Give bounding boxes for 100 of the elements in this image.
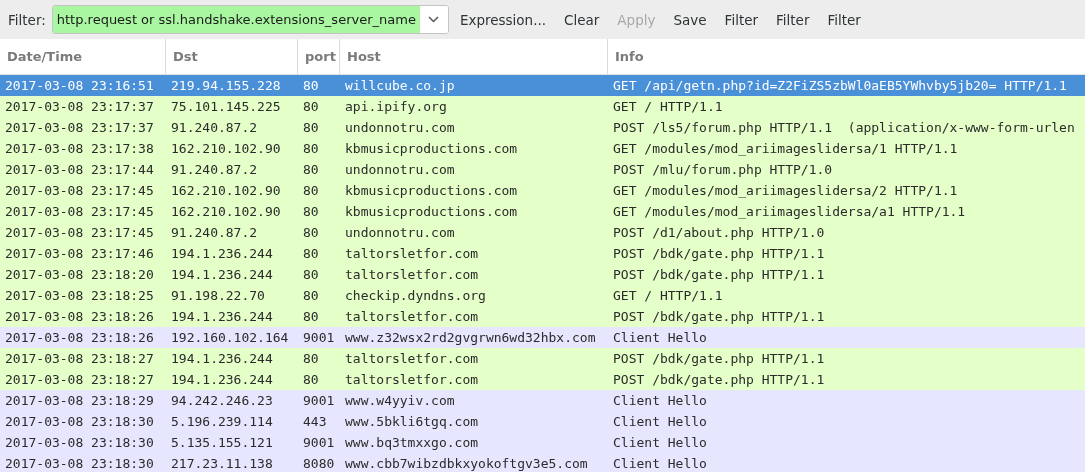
packet-row[interactable]: 2017-03-08 23:17:45 162.210.102.90 80 kbmusicproductions.com GET /modules/mod_ariimageslidersa/a1 HTTP/1.1: [0, 201, 1085, 222]
table-cell-text: checkip.dyndns.org: [344, 288, 487, 303]
table-cell-text: 2017-03-08 23:18:30: [4, 414, 155, 429]
packet-row[interactable]: 2017-03-08 23:17:46 194.1.236.244 80 taltorsletfor.com POST /bdk/gate.php HTTP/1.1: [0, 243, 1085, 264]
table-cell-text: Client Hello: [612, 414, 708, 429]
table-cell-text: POST /mlu/forum.php HTTP/1.0: [612, 162, 834, 177]
packet-row[interactable]: 2017-03-08 23:17:37 91.240.87.2 80 undonnotru.com POST /ls5/forum.php HTTP/1.1 (application/x-www-form-urlen: [0, 117, 1085, 138]
table-cell-text: 217.23.11.138: [170, 456, 274, 471]
table-cell-text: 9001: [302, 393, 336, 408]
table-cell-text: 162.210.102.90: [170, 183, 282, 198]
table-cell-text: 194.1.236.244: [170, 372, 274, 387]
table-cell-text: 80: [302, 309, 320, 324]
packet-row[interactable]: 2017-03-08 23:18:30 5.196.239.114 443 www.5bkli6tgq.com Client Hello: [0, 411, 1085, 432]
table-cell-text: 194.1.236.244: [170, 309, 274, 324]
packet-row[interactable]: 2017-03-08 23:18:26 194.1.236.244 80 taltorsletfor.com POST /bdk/gate.php HTTP/1.1: [0, 306, 1085, 327]
table-cell-text: 2017-03-08 23:17:44: [4, 162, 155, 177]
table-cell-text: 80: [302, 288, 320, 303]
table-cell-text: 5.196.239.114: [170, 414, 274, 429]
table-cell-text: 80: [302, 78, 320, 93]
table-cell-text: GET /api/getn.php?id=Z2FiZS5zbWl0aEB5YWhvby5jb20= HTTP/1.1: [612, 78, 1068, 93]
table-cell-text: 2017-03-08 23:17:37: [4, 120, 155, 135]
column-header[interactable]: Date/Time: [0, 39, 166, 74]
column-header[interactable]: Dst: [166, 39, 298, 74]
table-cell-text: POST /ls5/forum.php HTTP/1.1 (application/x-www-form-urlen: [612, 120, 1076, 135]
table-cell-text: 91.240.87.2: [170, 225, 259, 240]
packet-row[interactable]: 2017-03-08 23:18:27 194.1.236.244 80 taltorsletfor.com POST /bdk/gate.php HTTP/1.1: [0, 348, 1085, 369]
table-cell-text: GET /modules/mod_ariimageslidersa/1 HTTP/1.1: [612, 141, 959, 156]
table-cell-text: 91.198.22.70: [170, 288, 266, 303]
table-cell-text: Client Hello: [612, 435, 708, 450]
table-cell-text: 2017-03-08 23:18:25: [4, 288, 155, 303]
table-cell-text: undonnotru.com: [344, 225, 456, 240]
chevron-down-icon: [428, 16, 440, 23]
table-cell-text: kbmusicproductions.com: [344, 183, 519, 198]
table-cell-text: kbmusicproductions.com: [344, 141, 519, 156]
table-cell-text: willcube.co.jp: [344, 78, 456, 93]
table-cell-text: POST /bdk/gate.php HTTP/1.1: [612, 246, 826, 261]
table-cell-text: 80: [302, 351, 320, 366]
table-cell-text: api.ipify.org: [344, 99, 448, 114]
table-cell-text: 8080: [302, 456, 336, 471]
packet-row[interactable]: 2017-03-08 23:17:44 91.240.87.2 80 undonnotru.com POST /mlu/forum.php HTTP/1.0: [0, 159, 1085, 180]
table-cell-text: 2017-03-08 23:18:27: [4, 372, 155, 387]
table-cell-text: 192.160.102.164: [170, 330, 290, 345]
toolbar-button[interactable]: Filter: [769, 11, 817, 28]
table-cell-text: www.w4yyiv.com: [344, 393, 456, 408]
table-cell-text: 194.1.236.244: [170, 267, 274, 282]
packet-row[interactable]: 2017-03-08 23:17:45 162.210.102.90 80 kbmusicproductions.com GET /modules/mod_ariimageslidersa/2 HTTP/1.1: [0, 180, 1085, 201]
table-cell-text: 2017-03-08 23:17:37: [4, 99, 155, 114]
table-cell-text: kbmusicproductions.com: [344, 204, 519, 219]
table-cell-text: 94.242.246.23: [170, 393, 274, 408]
toolbar-button[interactable]: Save: [666, 11, 714, 28]
table-cell-text: GET / HTTP/1.1: [612, 288, 724, 303]
table-cell-text: taltorsletfor.com: [344, 309, 480, 324]
column-header[interactable]: Info: [608, 39, 1085, 74]
table-cell-text: undonnotru.com: [344, 120, 456, 135]
toolbar-button[interactable]: Expression...: [452, 11, 554, 28]
packet-row[interactable]: 2017-03-08 23:17:45 91.240.87.2 80 undonnotru.com POST /d1/about.php HTTP/1.0: [0, 222, 1085, 243]
packet-row[interactable]: 2017-03-08 23:18:27 194.1.236.244 80 taltorsletfor.com POST /bdk/gate.php HTTP/1.1: [0, 369, 1085, 390]
table-cell-text: taltorsletfor.com: [344, 246, 480, 261]
packet-row[interactable]: 2017-03-08 23:17:37 75.101.145.225 80 api.ipify.org GET / HTTP/1.1: [0, 96, 1085, 117]
toolbar-button[interactable]: Filter: [717, 11, 766, 28]
packet-row[interactable]: 2017-03-08 23:17:38 162.210.102.90 80 kbmusicproductions.com GET /modules/mod_ariimageslidersa/1 HTTP/1.1: [0, 138, 1085, 159]
table-cell-text: taltorsletfor.com: [344, 372, 480, 387]
table-cell-text: 91.240.87.2: [170, 120, 259, 135]
table-cell-text: 80: [302, 183, 320, 198]
table-cell-text: undonnotru.com: [344, 162, 456, 177]
packet-row[interactable]: 2017-03-08 23:18:30 217.23.11.138 8080 www.cbb7wibzdbkxyokoftgv3e5.com Client Hello: [0, 453, 1085, 472]
table-cell-text: 9001: [302, 330, 336, 345]
table-cell-text: POST /bdk/gate.php HTTP/1.1: [612, 351, 826, 366]
table-cell-text: 2017-03-08 23:17:45: [4, 204, 155, 219]
table-cell-text: 80: [302, 246, 320, 261]
packet-row[interactable]: 2017-03-08 23:18:20 194.1.236.244 80 taltorsletfor.com POST /bdk/gate.php HTTP/1.1: [0, 264, 1085, 285]
filter-label: Filter:: [8, 11, 46, 28]
table-cell-text: 80: [302, 99, 320, 114]
table-cell-text: 2017-03-08 23:17:46: [4, 246, 155, 261]
table-cell-text: Client Hello: [612, 330, 708, 345]
packet-row[interactable]: 2017-03-08 23:18:25 91.198.22.70 80 checkip.dyndns.org GET / HTTP/1.1: [0, 285, 1085, 306]
table-cell-text: 80: [302, 162, 320, 177]
filter-field[interactable]: http.request or ssl.handshake.extensions_server_name: [51, 5, 449, 34]
packet-row[interactable]: 2017-03-08 23:18:26 192.160.102.164 9001 www.z32wsx2rd2gvgrwn6wd32hbx.com Client Hello: [0, 327, 1085, 348]
table-cell-text: POST /d1/about.php HTTP/1.0: [612, 225, 826, 240]
column-header[interactable]: Host: [340, 39, 608, 74]
table-cell-text: 9001: [302, 435, 336, 450]
column-header[interactable]: port: [298, 39, 340, 74]
table-cell-text: 194.1.236.244: [170, 351, 274, 366]
table-cell-text: GET /modules/mod_ariimageslidersa/a1 HTTP/1.1: [612, 204, 967, 219]
table-cell-text: 91.240.87.2: [170, 162, 259, 177]
packet-row[interactable]: 2017-03-08 23:18:29 94.242.246.23 9001 www.w4yyiv.com Client Hello: [0, 390, 1085, 411]
table-cell-text: 162.210.102.90: [170, 204, 282, 219]
table-cell-text: 2017-03-08 23:18:29: [4, 393, 155, 408]
packet-row[interactable]: 2017-03-08 23:18:30 5.135.155.121 9001 www.bq3tmxxgo.com Client Hello: [0, 432, 1085, 453]
table-cell-text: POST /bdk/gate.php HTTP/1.1: [612, 267, 826, 282]
table-cell-text: 2017-03-08 23:18:27: [4, 351, 155, 366]
toolbar-button[interactable]: Filter: [820, 11, 868, 28]
table-cell-text: www.z32wsx2rd2gvgrwn6wd32hbx.com: [344, 330, 597, 345]
toolbar-button[interactable]: Clear: [557, 11, 607, 28]
table-cell-text: Client Hello: [612, 456, 708, 471]
table-cell-text: taltorsletfor.com: [344, 267, 480, 282]
table-cell-text: 194.1.236.244: [170, 246, 274, 261]
table-cell-text: 2017-03-08 23:18:26: [4, 330, 155, 345]
table-cell-text: POST /bdk/gate.php HTTP/1.1: [612, 309, 826, 324]
